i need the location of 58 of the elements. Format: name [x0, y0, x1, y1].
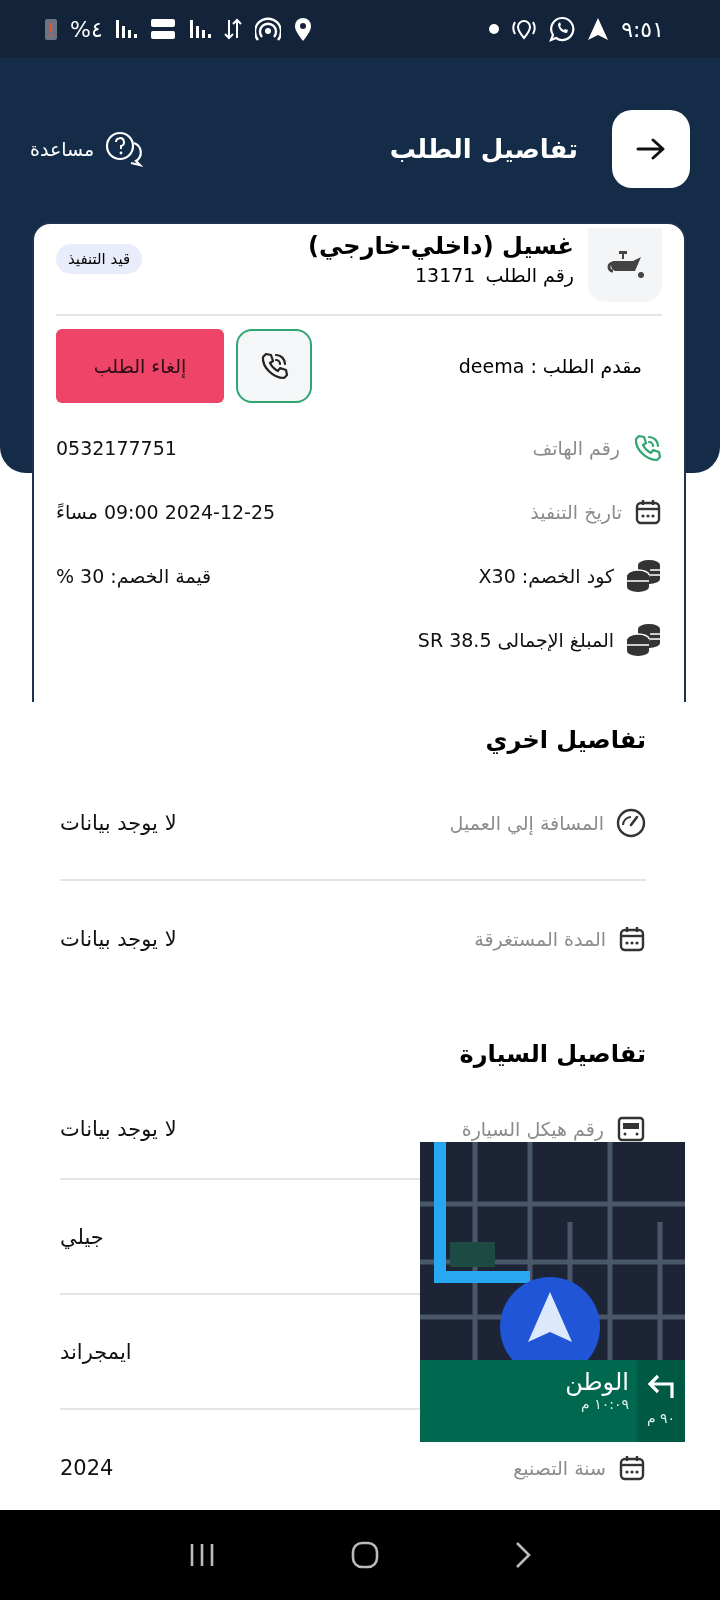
calendar-icon [618, 924, 646, 953]
detail-label: سنة التصنيع [513, 1456, 606, 1479]
order-number: 13171 [415, 264, 476, 286]
detail-value: 2024 [60, 1455, 114, 1480]
turn-left-icon [646, 1372, 676, 1400]
coins-icon [626, 558, 662, 594]
phone-icon [259, 351, 289, 381]
clock: ٩:٥١ [621, 16, 664, 42]
navigation-arrow-icon [587, 17, 610, 41]
section-title: تفاصيل اخري [484, 726, 646, 754]
field-value: قيمة الخصم: 30 % [56, 565, 212, 587]
service-title: غسيل (داخلي-خارجي) [308, 232, 574, 260]
dot-icon [489, 24, 500, 34]
field-label: تاريخ التنفيذ [530, 501, 622, 523]
signal-icon [114, 18, 137, 40]
field-text: المبلغ الإجمالى SR 38.5 [417, 629, 614, 651]
page-title: تفاصيل الطلب [389, 134, 578, 164]
help-link[interactable]: مساعدة [30, 131, 145, 167]
calendar-icon [618, 1453, 646, 1482]
detail-value: لا يوجد بيانات [60, 926, 177, 951]
detail-value: لا يوجد بيانات [60, 810, 177, 835]
order-number-label: رقم الطلب [485, 264, 574, 286]
call-button[interactable] [236, 329, 312, 403]
location-icon [292, 16, 313, 42]
field-value: 2024-12-25 09:00 مساءً [56, 501, 276, 523]
detail-value: ايمجراند [60, 1339, 132, 1364]
field-text: كود الخصم: X30 [478, 565, 614, 587]
detail-label: المسافة إلي العميل [449, 811, 604, 834]
chat-bubble-icon [549, 16, 576, 42]
detail-label: المدة المستغرقة [474, 927, 606, 950]
hotspot-icon [254, 16, 281, 42]
back-button[interactable] [612, 110, 690, 188]
detail-value: جيلي [60, 1224, 104, 1249]
coins-icon [626, 622, 662, 658]
plate-icon [616, 1114, 646, 1144]
help-chat-icon [104, 131, 145, 167]
street-name: الوطن [565, 1368, 629, 1396]
detail-label: رقم هيكل السيارة [461, 1118, 604, 1140]
turn-distance: ٩٠ م [646, 1410, 676, 1426]
arrival-time: ١٠:٠٩ م [581, 1396, 629, 1412]
status-badge: قيد التنفيذ [56, 244, 143, 274]
home-nav-icon[interactable] [350, 1540, 380, 1570]
detail-value: لا يوجد بيانات [60, 1117, 177, 1141]
gauge-icon [616, 807, 646, 838]
cancel-order-button[interactable]: إلغاء الطلب [56, 329, 224, 403]
phone-icon [632, 433, 662, 463]
requester-text: مقدم الطلب : deema [458, 355, 642, 377]
arrow-icon [636, 137, 666, 161]
calendar-icon [634, 498, 662, 526]
field-label: رقم الهاتف [532, 437, 620, 459]
battery-level: %٤ [70, 16, 103, 42]
battery-icon [44, 17, 58, 41]
location-ring-icon [511, 17, 538, 41]
data-arrows-icon [222, 16, 243, 42]
section-title: تفاصيل السيارة [458, 1040, 646, 1068]
field-value: 0532177751 [56, 437, 177, 459]
oil-can-icon [605, 249, 645, 281]
signal-icon [188, 18, 211, 40]
